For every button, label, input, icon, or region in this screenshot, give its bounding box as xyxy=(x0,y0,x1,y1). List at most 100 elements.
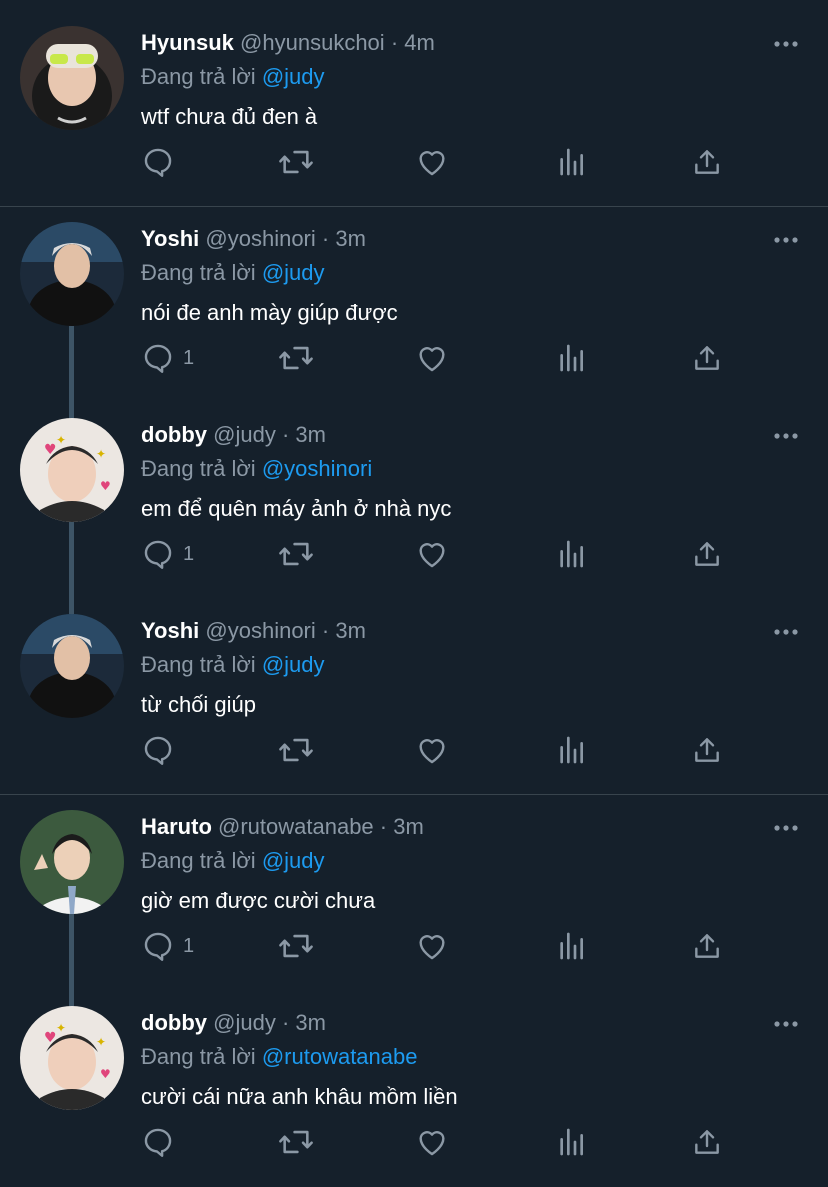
like-button[interactable] xyxy=(415,340,449,376)
views-icon xyxy=(555,341,587,375)
user-handle[interactable]: @hyunsukchoi xyxy=(240,30,385,55)
views-button[interactable] xyxy=(555,536,587,572)
reply-button[interactable] xyxy=(141,732,183,768)
retweet-button[interactable] xyxy=(277,536,315,572)
timestamp[interactable]: 3m xyxy=(335,618,366,643)
more-icon[interactable] xyxy=(772,34,802,54)
retweet-button[interactable] xyxy=(277,1124,315,1160)
views-button[interactable] xyxy=(555,1124,587,1160)
share-button[interactable] xyxy=(691,144,723,180)
reply-mention-link[interactable]: @judy xyxy=(262,64,325,89)
svg-text:♥: ♥ xyxy=(100,479,111,493)
share-button[interactable] xyxy=(691,732,723,768)
reply-mention-link[interactable]: @rutowatanabe xyxy=(262,1044,418,1069)
avatar[interactable] xyxy=(20,810,124,914)
reply-count: 1 xyxy=(183,346,195,369)
tweet[interactable]: Yoshi @yoshinori · 3m Đang trả lời @judy… xyxy=(0,552,828,794)
heart-icon xyxy=(415,145,449,179)
display-name[interactable]: dobby xyxy=(141,1010,207,1035)
tweet[interactable]: Haruto @rutowatanabe · 3m Đang trả lời @… xyxy=(0,784,828,1010)
views-button[interactable] xyxy=(555,340,587,376)
heart-icon xyxy=(415,929,449,963)
avatar[interactable] xyxy=(20,26,124,130)
tweet-text: wtf chưa đủ đen à xyxy=(141,104,318,129)
tweet-header: Haruto @rutowatanabe · 3m xyxy=(141,814,424,840)
more-icon[interactable] xyxy=(772,1014,802,1034)
avatar[interactable]: ♥ ✦ ✦ ♥ xyxy=(20,418,124,522)
like-button[interactable] xyxy=(415,732,449,768)
reply-button[interactable]: 1 xyxy=(141,928,194,964)
reply-count: 1 xyxy=(183,934,195,957)
tweet-text: nói đe anh mày giúp được xyxy=(141,300,398,325)
display-name[interactable]: Haruto xyxy=(141,814,212,839)
reply-button[interactable] xyxy=(141,1124,183,1160)
replying-to-label: Đang trả lời xyxy=(141,260,256,285)
display-name[interactable]: dobby xyxy=(141,422,207,447)
like-button[interactable] xyxy=(415,1124,449,1160)
reply-mention-link[interactable]: @yoshinori xyxy=(262,456,372,481)
tweet[interactable]: Hyunsuk @hyunsukchoi · 4m Đang trả lời @… xyxy=(0,0,828,206)
more-icon[interactable] xyxy=(772,622,802,642)
display-name[interactable]: Hyunsuk xyxy=(141,30,234,55)
timestamp[interactable]: 3m xyxy=(295,1010,326,1035)
display-name[interactable]: Yoshi xyxy=(141,226,199,251)
user-handle[interactable]: @judy xyxy=(213,422,276,447)
svg-text:♥: ♥ xyxy=(44,442,57,458)
timestamp[interactable]: 3m xyxy=(335,226,366,251)
like-button[interactable] xyxy=(415,536,449,572)
tweet[interactable]: ♥ ✦ ✦ ♥ dobby @judy · 3m Đang trả lời @r… xyxy=(0,944,828,1187)
replying-to-label: Đang trả lời xyxy=(141,456,256,481)
retweet-button[interactable] xyxy=(277,732,315,768)
views-icon xyxy=(555,733,587,767)
retweet-button[interactable] xyxy=(277,144,315,180)
user-handle[interactable]: @judy xyxy=(213,1010,276,1035)
reply-button[interactable]: 1 xyxy=(141,340,194,376)
avatar[interactable] xyxy=(20,222,124,326)
user-handle[interactable]: @rutowatanabe xyxy=(218,814,374,839)
svg-text:✦: ✦ xyxy=(56,433,66,447)
like-button[interactable] xyxy=(415,928,449,964)
tweet-text: giờ em được cười chưa xyxy=(141,888,376,913)
separator-dot: · xyxy=(321,618,330,643)
more-icon[interactable] xyxy=(772,426,802,446)
replying-to-label: Đang trả lời xyxy=(141,848,256,873)
svg-text:♥: ♥ xyxy=(100,1067,111,1081)
retweet-button[interactable] xyxy=(277,928,315,964)
reply-button[interactable] xyxy=(141,144,183,180)
action-bar xyxy=(141,144,741,180)
thread-line xyxy=(69,944,74,980)
views-icon xyxy=(555,1125,587,1159)
reply-icon xyxy=(141,341,175,375)
timestamp[interactable]: 3m xyxy=(393,814,424,839)
reply-mention-link[interactable]: @judy xyxy=(262,652,325,677)
reply-mention-link[interactable]: @judy xyxy=(262,848,325,873)
share-button[interactable] xyxy=(691,340,723,376)
display-name[interactable]: Yoshi xyxy=(141,618,199,643)
views-button[interactable] xyxy=(555,732,587,768)
more-icon[interactable] xyxy=(772,230,802,250)
views-button[interactable] xyxy=(555,928,587,964)
share-button[interactable] xyxy=(691,1124,723,1160)
retweet-button[interactable] xyxy=(277,340,315,376)
share-button[interactable] xyxy=(691,928,723,964)
timestamp[interactable]: 3m xyxy=(295,422,326,447)
avatar[interactable]: ♥ ✦ ✦ ♥ xyxy=(20,1006,124,1110)
replying-to: Đang trả lời @judy xyxy=(141,260,325,286)
tweet[interactable]: Yoshi @yoshinori · 3m Đang trả lời @judy… xyxy=(0,196,828,422)
tweet[interactable]: ♥ ✦ ✦ ♥ dobby @judy · 3m Đang trả lời @y… xyxy=(0,356,828,618)
avatar[interactable] xyxy=(20,614,124,718)
like-button[interactable] xyxy=(415,144,449,180)
timestamp[interactable]: 4m xyxy=(404,30,435,55)
reply-button[interactable]: 1 xyxy=(141,536,194,572)
share-icon xyxy=(691,537,723,571)
reply-mention-link[interactable]: @judy xyxy=(262,260,325,285)
user-handle[interactable]: @yoshinori xyxy=(205,226,315,251)
retweet-icon xyxy=(277,733,315,767)
user-handle[interactable]: @yoshinori xyxy=(205,618,315,643)
retweet-icon xyxy=(277,1125,315,1159)
more-icon[interactable] xyxy=(772,818,802,838)
svg-text:✦: ✦ xyxy=(56,1021,66,1035)
views-button[interactable] xyxy=(555,144,587,180)
heart-icon xyxy=(415,341,449,375)
share-button[interactable] xyxy=(691,536,723,572)
